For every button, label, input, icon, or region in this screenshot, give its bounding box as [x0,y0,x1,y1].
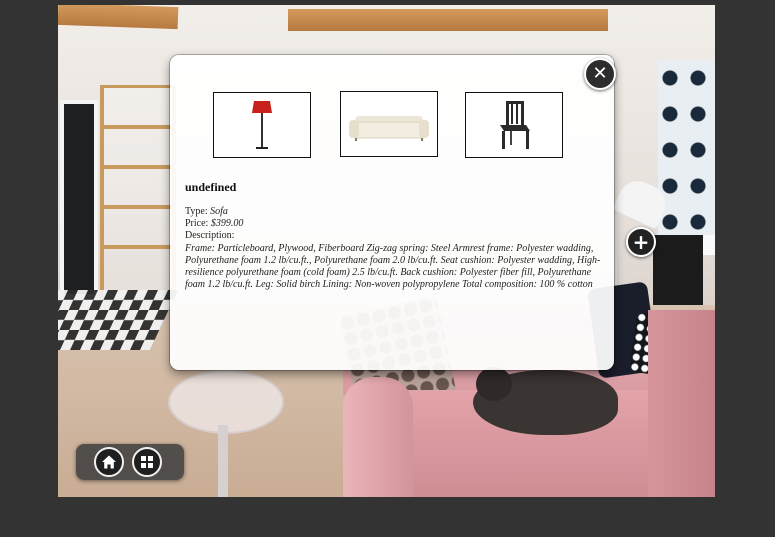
dark-chair [653,235,703,305]
thumbnail-chair[interactable] [465,92,563,158]
shelf-board [100,165,176,169]
type-label: Type: [185,206,208,217]
price-value: $399.00 [210,218,244,230]
shelf-board [100,205,176,209]
shelf-board [100,245,176,249]
cat-head [476,367,512,401]
description-label: Description: [185,230,235,242]
price-label: Price: [185,218,209,230]
doorway [60,100,98,298]
product-title: undefined [185,180,237,194]
price-row: Price: $399.00 [185,218,603,230]
side-table-leg [218,425,228,497]
floor-lamp-icon [252,101,272,149]
thumbnail-floor-lamp[interactable] [213,92,311,158]
home-icon [102,455,116,469]
shelf-board [100,125,176,129]
close-button[interactable]: ✕ [584,58,616,90]
plus-icon: + [632,230,650,254]
sofa-icon [349,116,429,141]
add-hotspot-button[interactable]: + [626,227,656,257]
ceiling-beam [288,9,608,31]
product-details: Type: Sofa Price: $399.00 Description: F… [185,206,603,291]
bookshelf [100,85,176,302]
sofa-side [648,310,715,497]
chair-icon [500,101,530,149]
type-value: Sofa [210,206,228,217]
close-icon: ✕ [592,63,608,84]
grid-icon [141,456,153,468]
bottom-toolbar [76,444,184,480]
type-row: Type: Sofa [185,206,603,218]
curtain [658,60,715,235]
grid-button[interactable] [132,447,162,477]
product-thumbnails [213,91,563,158]
thumbnail-sofa[interactable] [340,91,438,157]
ceiling-beam [58,5,179,30]
home-button[interactable] [94,447,124,477]
description-text: Frame: Particleboard, Plywood, Fiberboar… [185,242,601,291]
sofa-arm [343,377,413,497]
